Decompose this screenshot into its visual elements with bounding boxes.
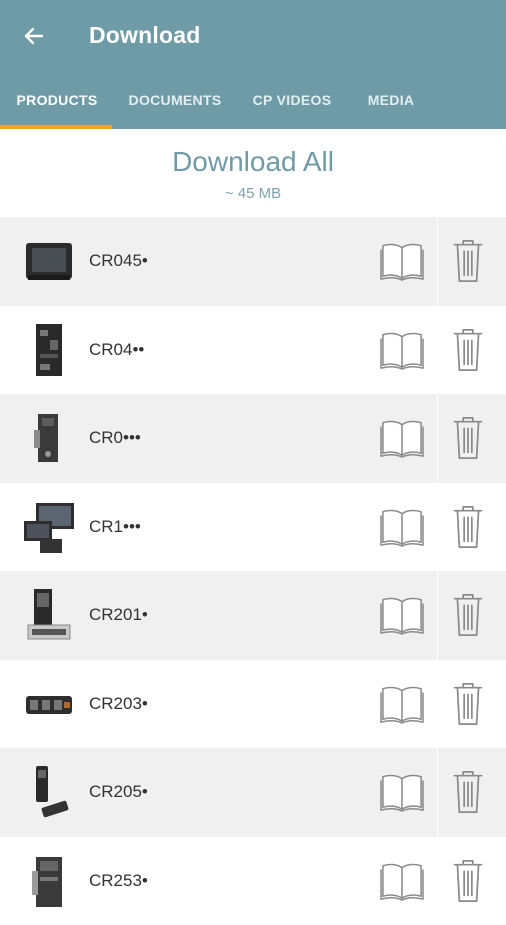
product-name: CR253• — [89, 871, 148, 891]
trash-icon[interactable] — [450, 857, 486, 905]
tab-bar: PRODUCTS DOCUMENTS CP VIDEOS MEDIA — [0, 72, 506, 129]
product-name: CR203• — [89, 694, 148, 714]
divider — [437, 394, 438, 483]
book-icon[interactable] — [378, 683, 426, 725]
book-icon[interactable] — [378, 506, 426, 548]
tab-cp-videos[interactable]: CP VIDEOS — [240, 72, 344, 129]
trash-icon[interactable] — [450, 237, 486, 285]
list-item[interactable]: CR0••• — [0, 394, 506, 483]
dual-displays-thumbnail — [22, 497, 76, 557]
panel-module-thumbnail — [22, 585, 76, 645]
list-item[interactable]: CR201• — [0, 571, 506, 660]
trash-icon[interactable] — [450, 680, 486, 728]
product-name: CR045• — [89, 251, 148, 271]
product-name: CR205• — [89, 782, 148, 802]
divider — [437, 217, 438, 306]
download-size: ~ 45 MB — [0, 185, 506, 202]
io-module-thumbnail — [22, 674, 76, 734]
book-icon[interactable] — [378, 771, 426, 813]
book-icon[interactable] — [378, 240, 426, 282]
list-item[interactable]: CR205• — [0, 748, 506, 837]
product-name: CR04•• — [89, 340, 144, 360]
trash-icon[interactable] — [450, 414, 486, 462]
list-item[interactable]: CR253• — [0, 837, 506, 925]
book-icon[interactable] — [378, 860, 426, 902]
divider — [437, 571, 438, 660]
book-icon[interactable] — [378, 594, 426, 636]
arrow-left-icon — [22, 24, 46, 48]
din-rail-module-thumbnail — [22, 851, 76, 911]
download-all-label: Download All — [0, 146, 506, 178]
display-panel-thumbnail — [22, 231, 76, 291]
tab-products[interactable]: PRODUCTS — [4, 72, 110, 129]
product-name: CR201• — [89, 605, 148, 625]
product-name: CR0••• — [89, 428, 141, 448]
book-icon[interactable] — [378, 417, 426, 459]
list-item[interactable]: CR203• — [0, 660, 506, 749]
book-icon[interactable] — [378, 329, 426, 371]
sensor-pair-thumbnail — [22, 762, 76, 822]
app-bar: Download PRODUCTS DOCUMENTS CP VIDEOS ME… — [0, 0, 506, 129]
product-list: CR045• CR04•• CR0••• — [0, 217, 506, 925]
trash-icon[interactable] — [450, 503, 486, 551]
controller-module-thumbnail — [22, 408, 76, 468]
download-all-button[interactable]: Download All ~ 45 MB — [0, 129, 506, 217]
list-item[interactable]: CR045• — [0, 217, 506, 306]
list-item[interactable]: CR04•• — [0, 306, 506, 395]
trash-icon[interactable] — [450, 326, 486, 374]
product-name: CR1••• — [89, 517, 141, 537]
tab-documents[interactable]: DOCUMENTS — [116, 72, 234, 129]
trash-icon[interactable] — [450, 591, 486, 639]
circuit-board-thumbnail — [22, 320, 76, 380]
list-item[interactable]: CR1••• — [0, 483, 506, 572]
trash-icon[interactable] — [450, 768, 486, 816]
title-bar: Download — [0, 0, 506, 72]
tab-media[interactable]: MEDIA — [352, 72, 430, 129]
back-button[interactable] — [14, 16, 54, 56]
page-title: Download — [89, 22, 200, 49]
divider — [437, 748, 438, 837]
